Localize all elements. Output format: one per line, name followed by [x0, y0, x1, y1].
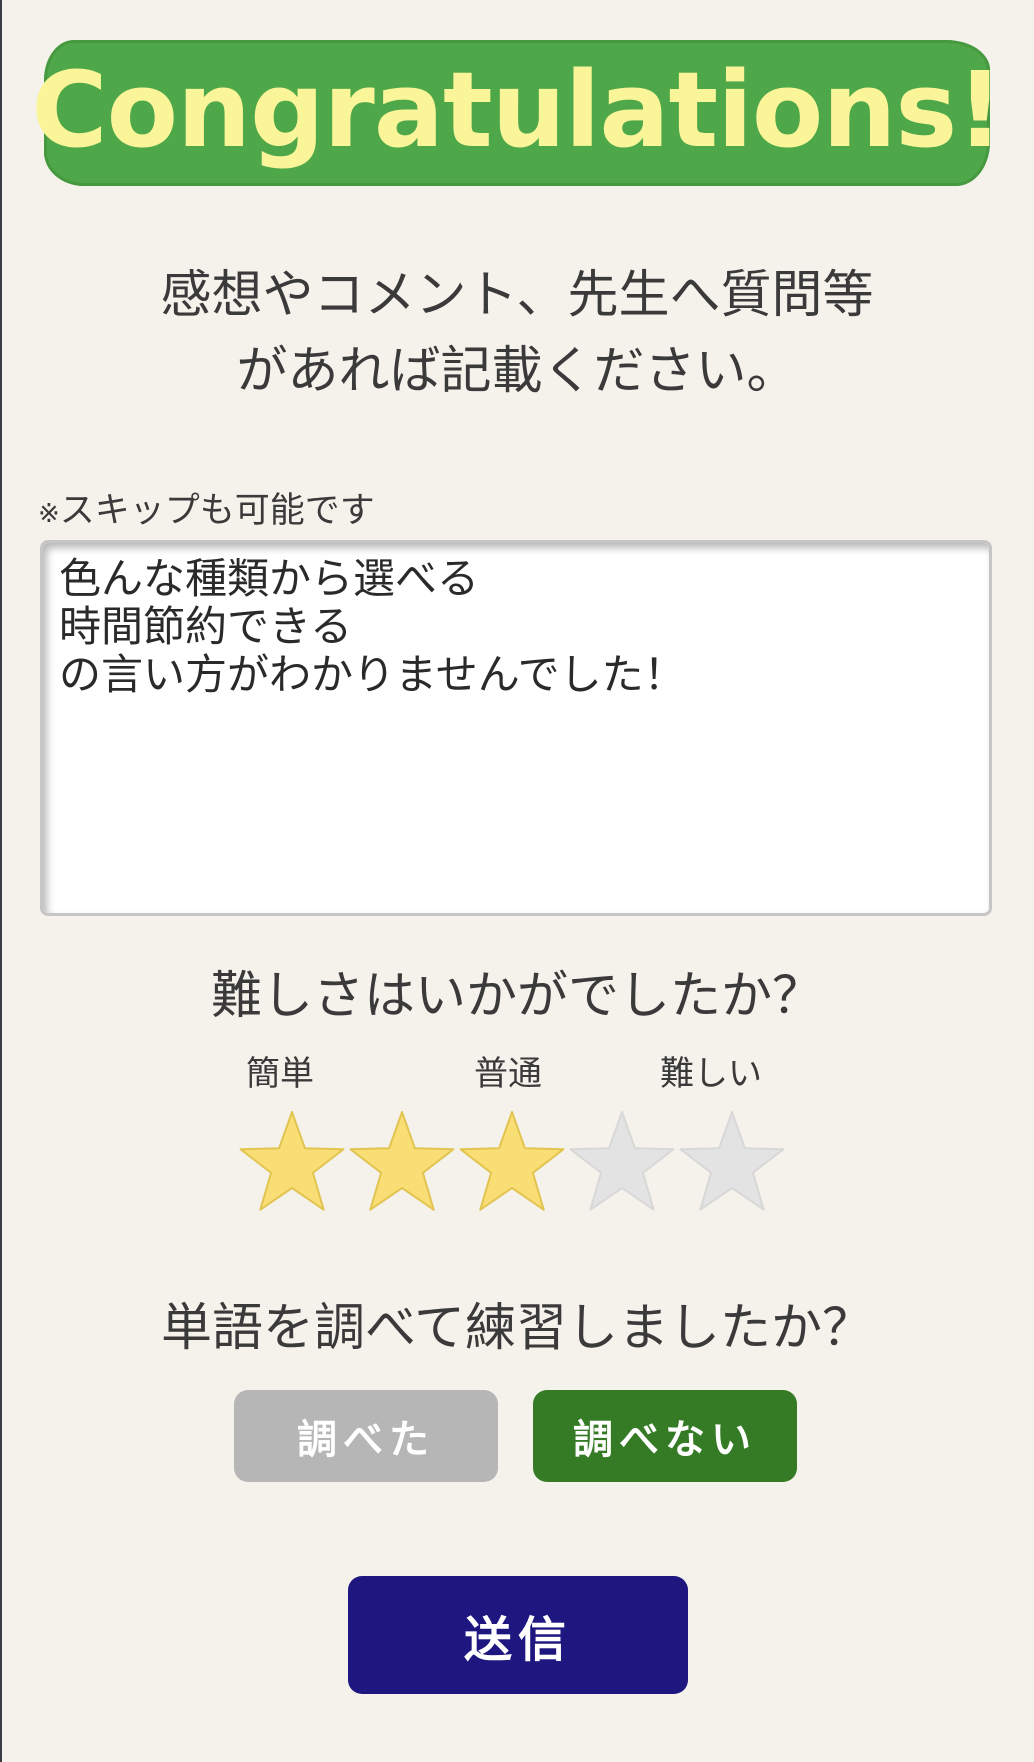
- comment-prompt: 感想やコメント、先生へ質問等 があれば記載ください。: [0, 258, 1034, 410]
- difficulty-label-easy: 簡単: [246, 1054, 314, 1094]
- star-icon[interactable]: [239, 1111, 345, 1211]
- submit-button[interactable]: 送信: [348, 1576, 688, 1694]
- comment-textarea[interactable]: 色んな種類から選べる 時間節約できる の言い方がわかりませんでした！: [40, 540, 992, 916]
- difficulty-label-hard: 難しい: [660, 1054, 762, 1094]
- note-mark: ※: [38, 499, 60, 529]
- practice-question: 単語を調べて練習しましたか？: [161, 1299, 873, 1358]
- star-icon[interactable]: [569, 1111, 675, 1211]
- difficulty-star-rating: [239, 1111, 785, 1211]
- skip-note-text: スキップも可能です: [59, 491, 375, 531]
- banner-text: Congratulations!: [31, 49, 1003, 171]
- skip-note: ※スキップも可能です: [38, 482, 375, 533]
- congratulations-banner: Congratulations!: [31, 40, 1004, 186]
- not-looked-up-button[interactable]: 調べない: [533, 1390, 797, 1482]
- star-icon[interactable]: [349, 1111, 455, 1211]
- prompt-line-2: があれば記載ください。: [236, 342, 798, 401]
- star-icon[interactable]: [459, 1111, 565, 1211]
- difficulty-question: 難しさはいかがでしたか？: [210, 967, 823, 1026]
- looked-up-button[interactable]: 調べた: [234, 1390, 498, 1482]
- star-icon[interactable]: [679, 1111, 785, 1211]
- difficulty-label-normal: 普通: [474, 1054, 542, 1094]
- prompt-line-1: 感想やコメント、先生へ質問等: [160, 266, 874, 325]
